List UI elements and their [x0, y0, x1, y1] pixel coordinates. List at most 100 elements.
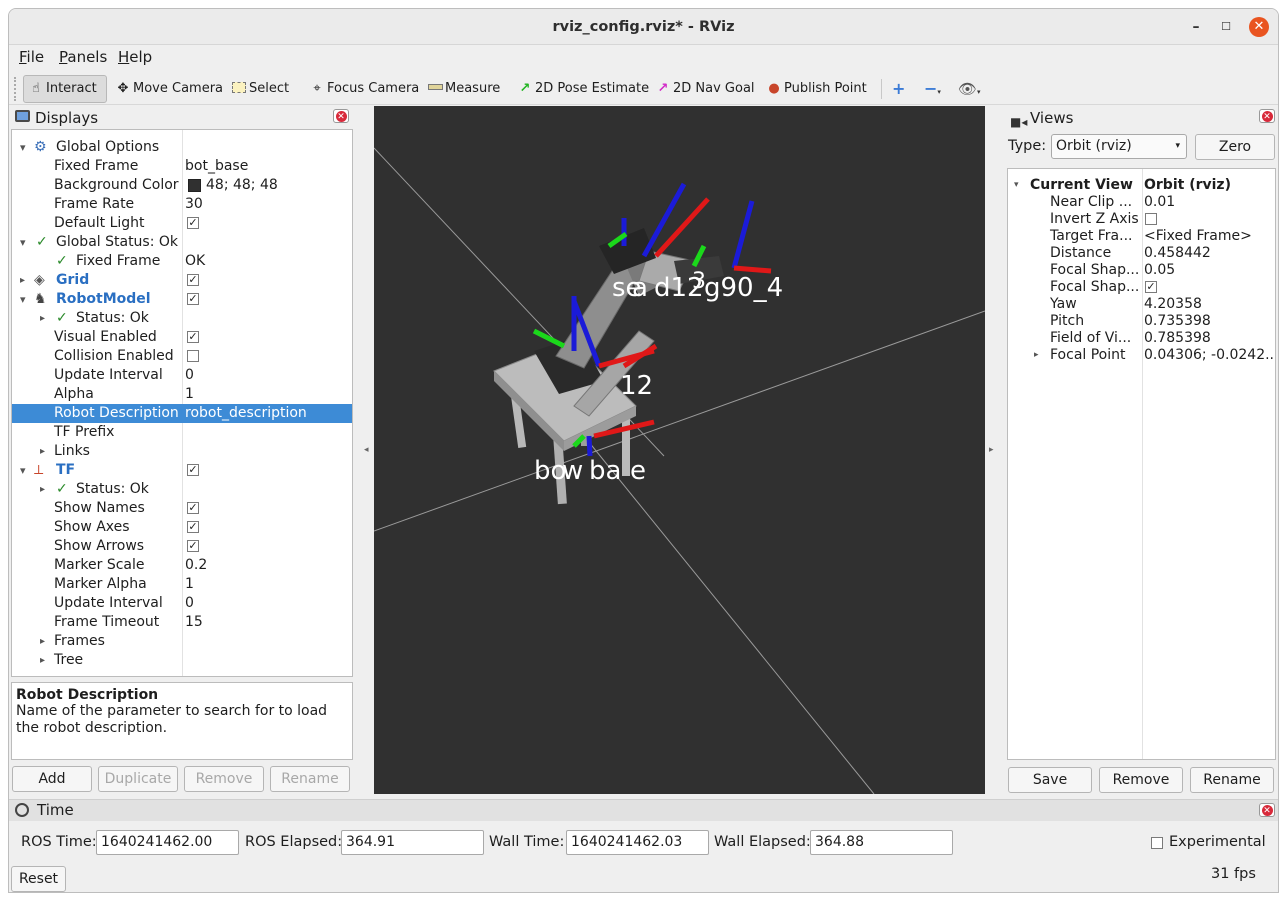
view-row-value[interactable]: 0.04306; -0.0242... [1144, 347, 1275, 364]
display-row[interactable]: Marker Scale 0.2 [12, 556, 352, 575]
display-row[interactable]: Fixed Frame bot_base [12, 157, 352, 176]
menu-panels[interactable]: Panels [59, 48, 107, 66]
toolbar-grip[interactable] [14, 77, 17, 101]
panel-visibility-eye-icon[interactable]: 👁▾ [955, 75, 984, 103]
display-row[interactable]: ✓ Fixed Frame OK [12, 252, 352, 271]
display-row[interactable]: Update Interval 0 [12, 594, 352, 613]
rename-display-button[interactable]: Rename [270, 766, 350, 792]
ros-time-field[interactable]: 1640241462.00 [96, 830, 239, 855]
display-row-value[interactable]: 30 [185, 195, 203, 214]
minimize-button[interactable]: – [1186, 17, 1206, 37]
wall-elapsed-field[interactable]: 364.88 [810, 830, 953, 855]
display-row[interactable]: Collision Enabled [12, 347, 352, 366]
display-row[interactable]: ▸ ✓ Status: Ok [12, 480, 352, 499]
left-splitter-handle[interactable]: ◂ [364, 445, 369, 455]
display-row[interactable]: Show Axes ✓ [12, 518, 352, 537]
nav-goal-tool[interactable]: ↗ 2D Nav Goal [651, 75, 758, 103]
pose-estimate-tool[interactable]: ↗ 2D Pose Estimate [513, 75, 652, 103]
add-tool-plus-icon[interactable]: + [889, 75, 908, 103]
display-row-value[interactable]: OK [185, 252, 205, 271]
view-row-checkbox[interactable]: ✓ [1145, 281, 1157, 293]
render-viewport[interactable]: se a d12 3 g90_4 12 bo w ba e [374, 106, 985, 794]
view-row-value[interactable]: <Fixed Frame> [1144, 228, 1252, 245]
menu-file[interactable]: File [19, 48, 44, 66]
add-display-button[interactable]: Add [12, 766, 92, 792]
display-row-checkbox[interactable]: ✓ [187, 540, 199, 552]
display-row-checkbox[interactable]: ✓ [187, 217, 199, 229]
display-row[interactable]: Robot Description robot_description [12, 404, 352, 423]
close-window-button[interactable]: ✕ [1249, 17, 1269, 37]
view-row-value[interactable]: 0.785398 [1144, 330, 1211, 347]
display-row[interactable]: Background Color 48; 48; 48 [12, 176, 352, 195]
view-row-value[interactable]: 0.458442 [1144, 245, 1211, 262]
remove-display-button[interactable]: Remove [184, 766, 264, 792]
display-row[interactable]: ▸ Links [12, 442, 352, 461]
expand-arrow-icon[interactable]: ▾ [20, 138, 26, 157]
display-row-checkbox[interactable]: ✓ [187, 521, 199, 533]
views-tree[interactable]: ▾ Current View Orbit (rviz) Near Clip ... 0.… [1007, 168, 1276, 760]
display-row-checkbox[interactable]: ✓ [187, 464, 199, 476]
wall-time-field[interactable]: 1640241462.03 [566, 830, 709, 855]
display-row[interactable]: Visual Enabled ✓ [12, 328, 352, 347]
view-row[interactable]: Pitch 0.735398 [1008, 313, 1275, 330]
display-row[interactable]: ▸ Frames [12, 632, 352, 651]
right-splitter-handle[interactable]: ▸ [989, 445, 994, 455]
views-close-icon[interactable] [1259, 109, 1275, 123]
collapse-arrow-icon[interactable]: ▸ [40, 480, 45, 499]
display-row[interactable]: ▾ ⚙ Global Options [12, 138, 352, 157]
display-row[interactable]: ▸ ✓ Status: Ok [12, 309, 352, 328]
publish-point-tool[interactable]: ● Publish Point [762, 75, 870, 103]
view-row[interactable]: Yaw 4.20358 [1008, 296, 1275, 313]
display-row-value[interactable]: 48; 48; 48 [206, 176, 278, 195]
menu-help[interactable]: Help [118, 48, 152, 66]
display-row[interactable]: Update Interval 0 [12, 366, 352, 385]
view-row-value[interactable]: 0.05 [1144, 262, 1175, 279]
collapse-arrow-icon[interactable]: ▸ [1034, 347, 1039, 364]
interact-tool[interactable]: ☝ Interact [23, 75, 107, 103]
zero-button[interactable]: Zero [1195, 134, 1275, 160]
collapse-arrow-icon[interactable]: ▸ [40, 442, 45, 461]
view-row[interactable]: ▾ Current View Orbit (rviz) [1008, 177, 1275, 194]
display-row[interactable]: ▸ ◈ Grid ✓ [12, 271, 352, 290]
display-row-checkbox[interactable]: ✓ [187, 502, 199, 514]
display-row-checkbox[interactable]: ✓ [187, 331, 199, 343]
display-row-checkbox[interactable] [187, 350, 199, 362]
display-row-value[interactable]: bot_base [185, 157, 248, 176]
display-row[interactable]: Frame Timeout 15 [12, 613, 352, 632]
display-row-value[interactable]: robot_description [185, 404, 307, 423]
view-row[interactable]: Focal Shap... 0.05 [1008, 262, 1275, 279]
expand-arrow-icon[interactable]: ▾ [20, 233, 26, 252]
display-row[interactable]: Alpha 1 [12, 385, 352, 404]
expand-arrow-icon[interactable]: ▾ [1014, 177, 1019, 194]
display-row-checkbox[interactable]: ✓ [187, 293, 199, 305]
collapse-arrow-icon[interactable]: ▸ [40, 309, 45, 328]
displays-tree[interactable]: ▾ ⚙ Global Options Fixed Frame bot_base Backg… [11, 129, 353, 677]
collapse-arrow-icon[interactable]: ▸ [20, 271, 25, 290]
display-row-value[interactable]: 1 [185, 575, 194, 594]
view-row-value[interactable]: 4.20358 [1144, 296, 1202, 313]
expand-arrow-icon[interactable]: ▾ [20, 461, 26, 480]
time-close-icon[interactable] [1259, 803, 1275, 817]
select-tool[interactable]: Select [227, 75, 292, 103]
remove-view-button[interactable]: Remove [1099, 767, 1183, 793]
display-row-value[interactable]: 1 [185, 385, 194, 404]
duplicate-display-button[interactable]: Duplicate [98, 766, 178, 792]
display-row-value[interactable]: 15 [185, 613, 203, 632]
display-row[interactable]: ▾ ♞ RobotModel ✓ [12, 290, 352, 309]
experimental-checkbox[interactable] [1151, 837, 1163, 849]
display-row[interactable]: Default Light ✓ [12, 214, 352, 233]
view-row-value[interactable]: 0.01 [1144, 194, 1175, 211]
view-row[interactable]: Invert Z Axis [1008, 211, 1275, 228]
collapse-arrow-icon[interactable]: ▸ [40, 651, 45, 670]
view-row-value[interactable]: Orbit (rviz) [1144, 177, 1231, 194]
display-row[interactable]: TF Prefix [12, 423, 352, 442]
save-view-button[interactable]: Save [1008, 767, 1092, 793]
view-row[interactable]: ▸ Focal Point 0.04306; -0.0242... [1008, 347, 1275, 364]
display-row-checkbox[interactable]: ✓ [187, 274, 199, 286]
measure-tool[interactable]: Measure [423, 75, 503, 103]
view-row[interactable]: Target Fra... <Fixed Frame> [1008, 228, 1275, 245]
maximize-button[interactable]: ☐ [1216, 17, 1236, 37]
ros-elapsed-field[interactable]: 364.91 [341, 830, 484, 855]
displays-close-icon[interactable] [333, 109, 349, 123]
scene-svg[interactable]: se a d12 3 g90_4 12 bo w ba e [374, 106, 985, 794]
